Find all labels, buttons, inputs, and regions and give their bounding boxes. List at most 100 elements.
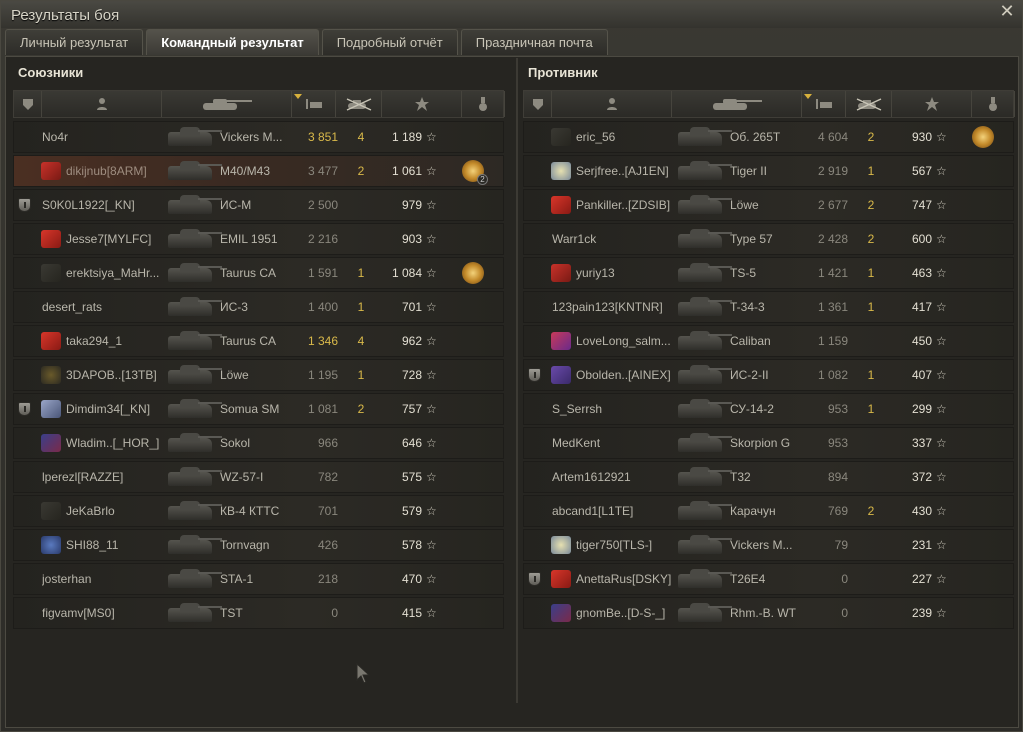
- player-row[interactable]: eric_56 Об. 265Т 4 604 2 930 ☆: [523, 121, 1014, 153]
- tab-detailed-report[interactable]: Подробный отчёт: [321, 29, 458, 55]
- player-row[interactable]: Pankiller..[ZDSIB] Löwe 2 677 2 747 ☆: [523, 189, 1014, 221]
- close-icon[interactable]: ✕: [998, 3, 1016, 21]
- player-row[interactable]: Warr1ck Type 57 2 428 2 600 ☆: [523, 223, 1014, 255]
- title-bar[interactable]: Результаты боя ✕: [1, 1, 1022, 28]
- player-name[interactable]: Artem1612921: [552, 462, 682, 492]
- player-row[interactable]: Serjfree..[AJ1EN] Tiger II 2 919 1 567 ☆: [523, 155, 1014, 187]
- tank-turret: [180, 467, 200, 476]
- player-row[interactable]: lperezl[RAZZE] WZ-57-I 782 575 ☆: [13, 461, 504, 493]
- tab-personal-result[interactable]: Личный результат: [5, 29, 144, 55]
- achievement-medal-icon: [972, 126, 994, 148]
- tab-holiday-mail[interactable]: Праздничная почта: [460, 29, 608, 55]
- player-name[interactable]: josterhan: [42, 564, 172, 594]
- player-row[interactable]: No4r Vickers M... 3 851 4 1 189 ☆: [13, 121, 504, 153]
- experience-value: 747: [911, 198, 932, 212]
- player-name[interactable]: desert_rats: [42, 292, 172, 322]
- tank-turret: [180, 399, 200, 408]
- player-row[interactable]: tiger750[TLS-] Vickers M... 79 231 ☆: [523, 529, 1014, 561]
- player-row[interactable]: dikijnub[8ARM] M40/M43 3 477 2 1 061 ☆ 2: [13, 155, 504, 187]
- header-player-column[interactable]: [42, 91, 162, 117]
- player-name[interactable]: MedKent: [552, 428, 682, 458]
- header-player-column[interactable]: [552, 91, 672, 117]
- player-name[interactable]: Dimdim34[_KN]: [66, 394, 176, 424]
- player-name[interactable]: JeKaBrlo: [66, 496, 176, 526]
- player-row[interactable]: 3DAPOB..[13TB] Löwe 1 195 1 728 ☆: [13, 359, 504, 391]
- player-name[interactable]: eric_56: [576, 122, 686, 152]
- tank-turret: [690, 433, 710, 442]
- player-name[interactable]: No4r: [42, 122, 172, 152]
- tank-turret: [690, 127, 710, 136]
- player-name[interactable]: erektsiya_MaHr...: [66, 258, 176, 288]
- tank-name: Об. 265Т: [730, 130, 781, 144]
- player-name[interactable]: 3DAPOB..[13TB]: [66, 360, 176, 390]
- player-name[interactable]: Serjfree..[AJ1EN]: [576, 156, 686, 186]
- player-name[interactable]: Jesse7[MYLFC]: [66, 224, 176, 254]
- player-name[interactable]: LoveLong_salm...: [576, 326, 686, 356]
- medal-slot[interactable]: 2: [462, 156, 488, 186]
- header-tank-column[interactable]: [162, 91, 292, 117]
- player-row[interactable]: gnomBe..[D-S-_] Rhm.-B. WT 0 239 ☆: [523, 597, 1014, 629]
- squad-marker: [18, 394, 34, 424]
- player-name[interactable]: gnomBe..[D-S-_]: [576, 598, 686, 628]
- player-row[interactable]: Artem1612921 T32 894 372 ☆: [523, 461, 1014, 493]
- header-squad-column[interactable]: [524, 91, 552, 117]
- tank-silhouette-icon: [164, 292, 222, 322]
- player-row[interactable]: Obolden..[AINEX] ИС-2-II 1 082 1 407 ☆: [523, 359, 1014, 391]
- header-damage-column[interactable]: [292, 91, 336, 117]
- header-xp-star-column[interactable]: [382, 91, 462, 117]
- tank-silhouette-icon: [674, 394, 732, 424]
- header-xp-star-column[interactable]: [892, 91, 972, 117]
- player-row[interactable]: JeKaBrlo КВ-4 КТТС 701 579 ☆: [13, 495, 504, 527]
- player-name[interactable]: Wladim..[_HOR_]: [66, 428, 176, 458]
- player-name[interactable]: 123pain123[KNTNR]: [552, 292, 682, 322]
- player-name[interactable]: yuriy13: [576, 258, 686, 288]
- player-name[interactable]: figvamv[MS0]: [42, 598, 172, 628]
- player-row[interactable]: abcand1[L1TE] Карачун 769 2 430 ☆: [523, 495, 1014, 527]
- kills-value: [350, 428, 372, 458]
- tank-silhouette-icon: [164, 428, 222, 458]
- header-medal-column[interactable]: [462, 91, 505, 117]
- player-row[interactable]: figvamv[MS0] TST 0 415 ☆: [13, 597, 504, 629]
- header-medal-column[interactable]: [972, 91, 1015, 117]
- header-squad-column[interactable]: [14, 91, 42, 117]
- player-row[interactable]: josterhan STA-1 218 470 ☆: [13, 563, 504, 595]
- player-row[interactable]: yuriy13 TS-5 1 421 1 463 ☆: [523, 257, 1014, 289]
- player-row[interactable]: taka294_1 Taurus CA 1 346 4 962 ☆: [13, 325, 504, 357]
- experience-star-icon: ☆: [936, 232, 947, 246]
- player-name[interactable]: SHI88_11: [66, 530, 176, 560]
- player-name[interactable]: AnettaRus[DSKY]: [576, 564, 686, 594]
- medal-slot[interactable]: [972, 122, 996, 152]
- player-name[interactable]: taka294_1: [66, 326, 176, 356]
- squad-marker: [528, 564, 544, 594]
- player-name[interactable]: dikijnub[8ARM]: [66, 156, 176, 186]
- tank-silhouette-icon: [164, 496, 222, 526]
- player-row[interactable]: Jesse7[MYLFC] EMIL 1951 2 216 903 ☆: [13, 223, 504, 255]
- experience-star-icon: ☆: [426, 402, 437, 416]
- header-damage-column[interactable]: [802, 91, 846, 117]
- player-name[interactable]: Pankiller..[ZDSIB]: [576, 190, 686, 220]
- player-row[interactable]: 123pain123[KNTNR] T-34-3 1 361 1 417 ☆: [523, 291, 1014, 323]
- player-row[interactable]: S_Serrsh СУ-14-2 953 1 299 ☆: [523, 393, 1014, 425]
- player-row[interactable]: erektsiya_MaHr... Taurus CA 1 591 1 1 084 ☆: [13, 257, 504, 289]
- player-row[interactable]: Dimdim34[_KN] Somua SM 1 081 2 757 ☆: [13, 393, 504, 425]
- player-name[interactable]: Warr1ck: [552, 224, 682, 254]
- player-row[interactable]: S0K0L1922[_KN] ИС-М 2 500 979 ☆: [13, 189, 504, 221]
- tank-silhouette-icon: [674, 462, 732, 492]
- player-name[interactable]: lperezl[RAZZE]: [42, 462, 172, 492]
- header-kills-column[interactable]: [336, 91, 382, 117]
- player-row[interactable]: AnettaRus[DSKY] T26E4 0 227 ☆: [523, 563, 1014, 595]
- header-tank-column[interactable]: [672, 91, 802, 117]
- player-name[interactable]: S0K0L1922[_KN]: [42, 190, 172, 220]
- player-name[interactable]: abcand1[L1TE]: [552, 496, 682, 526]
- medal-slot[interactable]: [462, 258, 486, 288]
- player-name[interactable]: S_Serrsh: [552, 394, 682, 424]
- player-row[interactable]: LoveLong_salm... Caliban 1 159 450 ☆: [523, 325, 1014, 357]
- header-kills-column[interactable]: [846, 91, 892, 117]
- player-name[interactable]: Obolden..[AINEX]: [576, 360, 686, 390]
- player-row[interactable]: desert_rats ИС-3 1 400 1 701 ☆: [13, 291, 504, 323]
- player-name[interactable]: tiger750[TLS-]: [576, 530, 686, 560]
- player-row[interactable]: SHI88_11 Tornvagn 426 578 ☆: [13, 529, 504, 561]
- player-row[interactable]: Wladim..[_HOR_] Sokol 966 646 ☆: [13, 427, 504, 459]
- player-row[interactable]: MedKent Skorpion G 953 337 ☆: [523, 427, 1014, 459]
- tab-team-result[interactable]: Командный результат: [146, 29, 319, 55]
